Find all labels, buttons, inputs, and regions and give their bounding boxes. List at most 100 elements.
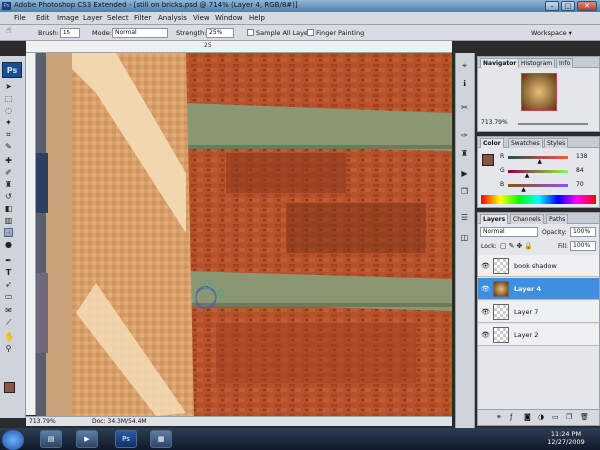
eraser-icon[interactable]: ◧ [4, 204, 13, 213]
smudge-tool-icon-selected[interactable]: ☝ [4, 228, 13, 238]
crop-tool-icon[interactable]: ⌗ [4, 130, 13, 139]
shape-tool-icon[interactable]: ▭ [4, 292, 13, 301]
system-clock[interactable]: 11:24 PM 12/27/2009 [538, 430, 594, 448]
close-button[interactable]: ✕ [577, 1, 597, 11]
info-panel-icon[interactable]: ℹ [460, 79, 469, 88]
zoom-level[interactable]: 713.79% [29, 418, 56, 425]
lasso-tool-icon[interactable]: ◌ [4, 106, 13, 115]
g-value[interactable]: 84 [576, 167, 584, 174]
navigator-zoom[interactable]: 713.79% [481, 119, 508, 126]
notes-tool-icon[interactable]: ✉ [4, 306, 13, 315]
eye-icon[interactable]: 👁 [481, 262, 490, 270]
opacity-input[interactable]: 100% [570, 227, 596, 237]
link-layers-icon[interactable]: ⚭ [496, 413, 502, 421]
tab-channels[interactable]: Channels [510, 214, 544, 224]
magic-wand-icon[interactable]: ✦ [4, 118, 13, 127]
sample-all-layers-checkbox[interactable] [247, 29, 254, 36]
b-slider[interactable] [508, 184, 568, 187]
menu-filter[interactable]: Filter [134, 14, 151, 22]
minimize-button[interactable]: – [545, 1, 559, 11]
layer-row-layer-4[interactable]: 👁 Layer 4 [478, 278, 599, 300]
menu-analysis[interactable]: Analysis [158, 14, 187, 22]
strength-input[interactable]: 25% [206, 28, 234, 38]
type-tool-icon[interactable]: T [4, 268, 13, 277]
trash-icon[interactable]: 🗑 [580, 413, 589, 421]
color-swatch[interactable] [482, 154, 494, 166]
channels-panel-icon[interactable]: ◫ [460, 233, 469, 242]
new-layer-icon[interactable]: ❐ [566, 413, 572, 421]
menu-select[interactable]: Select [107, 14, 129, 22]
zoom-slider[interactable] [518, 123, 588, 125]
layer-mask-icon[interactable]: ◙ [524, 413, 531, 421]
layer-row-book-shadow[interactable]: 👁 book shadow [478, 255, 599, 277]
tab-navigator[interactable]: Navigator [480, 58, 520, 68]
blend-mode-select[interactable]: Normal [480, 227, 538, 237]
marquee-tool-icon[interactable]: ⬚ [4, 94, 13, 103]
lock-icons[interactable]: ▢✎✥🔒 [500, 242, 535, 250]
explorer-icon[interactable]: ▤ [40, 430, 62, 448]
photoshop-taskbar-button[interactable]: Ps [115, 430, 137, 448]
tab-info[interactable]: Info [556, 58, 574, 68]
layer-style-icon[interactable]: ƒ [510, 413, 512, 421]
navigator-thumbnail[interactable] [521, 73, 557, 111]
tab-histogram[interactable]: Histogram [518, 58, 556, 68]
menu-layer[interactable]: Layer [83, 14, 103, 22]
tab-paths[interactable]: Paths [546, 214, 569, 224]
history-brush-icon[interactable]: ↺ [4, 192, 13, 201]
path-selection-icon[interactable]: ➶ [4, 280, 13, 289]
r-value[interactable]: 138 [576, 153, 587, 160]
actions-panel-icon[interactable]: ▶ [460, 169, 469, 178]
menu-view[interactable]: View [193, 14, 210, 22]
foreground-color-swatch[interactable] [4, 382, 15, 393]
fill-input[interactable]: 100% [570, 241, 596, 251]
gradient-tool-icon[interactable]: ▥ [4, 216, 13, 225]
maximize-button[interactable]: □ [561, 1, 575, 11]
workspace-menu[interactable]: Workspace ▾ [531, 29, 572, 37]
eye-icon[interactable]: 👁 [481, 331, 490, 339]
tab-layers[interactable]: Layers [480, 214, 509, 224]
clone-panel-icon[interactable]: ♜ [460, 149, 469, 158]
r-slider-thumb[interactable]: ▲ [537, 158, 542, 165]
b-value[interactable]: 70 [576, 181, 584, 188]
healing-brush-icon[interactable]: ✚ [4, 156, 13, 165]
tools-panel-icon[interactable]: ✂ [460, 103, 469, 112]
app-taskbar-icon[interactable]: ▦ [150, 430, 172, 448]
brush-tool-icon[interactable]: ✐ [4, 168, 13, 177]
history-panel-icon[interactable]: ❒ [460, 187, 469, 196]
menu-window[interactable]: Window [215, 14, 243, 22]
move-tool-icon[interactable]: ➤ [4, 82, 13, 91]
menu-file[interactable]: File [14, 14, 26, 22]
start-button[interactable] [2, 430, 24, 450]
tab-swatches[interactable]: Swatches [508, 138, 543, 148]
hand-tool-icon[interactable]: ✋ [4, 332, 14, 341]
eye-icon[interactable]: 👁 [481, 308, 490, 316]
brush-picker[interactable]: 15 [60, 28, 80, 38]
tab-color[interactable]: Color [480, 138, 504, 148]
document-canvas[interactable] [36, 53, 452, 416]
brushes-panel-icon[interactable]: ✑ [460, 131, 469, 140]
clone-stamp-icon[interactable]: ♜ [4, 180, 13, 189]
g-slider-thumb[interactable]: ▲ [525, 172, 530, 179]
menu-help[interactable]: Help [249, 14, 265, 22]
mode-select[interactable]: Normal [112, 28, 168, 38]
pen-tool-icon[interactable]: ✒ [4, 256, 13, 265]
media-player-icon[interactable]: ▶ [76, 430, 98, 448]
tab-styles[interactable]: Styles [544, 138, 569, 148]
menu-edit[interactable]: Edit [36, 14, 50, 22]
eyedropper2-icon[interactable]: ⟋ [4, 318, 13, 327]
new-group-icon[interactable]: ▭ [552, 413, 559, 421]
color-spectrum-bar[interactable] [481, 195, 596, 204]
b-slider-thumb[interactable]: ▲ [521, 186, 526, 193]
layer-row-layer-2[interactable]: 👁 Layer 2 [478, 324, 599, 346]
g-slider[interactable] [508, 170, 568, 173]
finger-painting-checkbox[interactable] [307, 29, 314, 36]
layer-row-layer-7[interactable]: 👁 Layer 7 [478, 301, 599, 323]
dodge-tool-icon[interactable]: ● [4, 240, 13, 249]
navigator-panel-icon[interactable]: ⌖ [460, 61, 469, 70]
zoom-tool-icon[interactable]: ⚲ [4, 344, 13, 353]
adjustment-layer-icon[interactable]: ◑ [538, 413, 544, 421]
layers-panel-icon[interactable]: ☰ [460, 213, 469, 222]
eye-icon[interactable]: 👁 [481, 285, 490, 293]
eyedropper-icon[interactable]: ✎ [4, 142, 13, 151]
menu-image[interactable]: Image [57, 14, 79, 22]
